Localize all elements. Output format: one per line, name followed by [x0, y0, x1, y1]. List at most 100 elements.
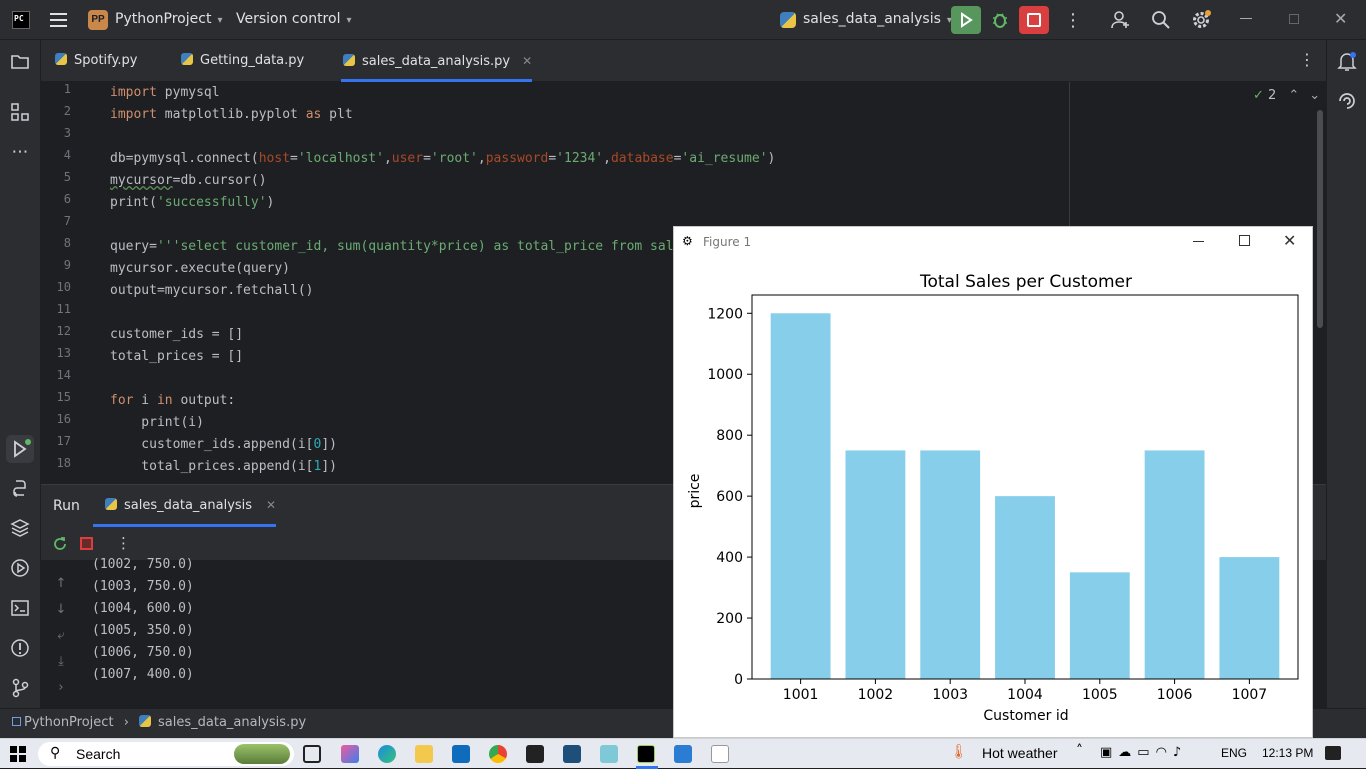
settings-button[interactable]: [1190, 9, 1212, 35]
services-icon[interactable]: [9, 557, 31, 579]
inspection-widget[interactable]: ✓ 2 ⌃ ⌄: [1253, 88, 1320, 103]
rerun-button[interactable]: [951, 6, 981, 34]
matplotlib-icon: ⚙: [682, 234, 693, 248]
pycharm-taskbar-icon[interactable]: [637, 745, 655, 763]
tab-options-icon[interactable]: ⋮: [1299, 50, 1315, 69]
project-selector[interactable]: PythonProject ▾: [115, 11, 222, 27]
edge-icon[interactable]: [378, 745, 396, 763]
ai-assistant-icon[interactable]: [1336, 90, 1358, 112]
terminal-icon[interactable]: [9, 597, 31, 619]
chevron-up-icon[interactable]: ⌃: [1288, 88, 1299, 103]
layers-icon[interactable]: [9, 517, 31, 539]
code-line[interactable]: import matplotlib.pyplot as plt: [110, 104, 877, 126]
code-line[interactable]: print('successfully'): [110, 192, 877, 214]
tab-getting-data[interactable]: Getting_data.py: [181, 40, 304, 82]
tab-label: Spotify.py: [74, 53, 138, 68]
run-tab[interactable]: sales_data_analysis ✕: [105, 498, 276, 513]
run-config-selector[interactable]: sales_data_analysis ▾: [803, 11, 952, 27]
close-icon[interactable]: ✕: [1283, 231, 1296, 250]
folder-icon[interactable]: [9, 50, 31, 72]
chrome-icon[interactable]: [489, 745, 507, 763]
line-number: 14: [56, 368, 71, 382]
problems-icon[interactable]: [9, 637, 31, 659]
console-output[interactable]: (1002, 750.0) (1003, 750.0) (1004, 600.0…: [92, 554, 194, 686]
minimize-icon[interactable]: [1193, 241, 1204, 242]
python-console-icon[interactable]: [9, 477, 31, 499]
task-view-icon[interactable]: [303, 745, 321, 763]
editor-tabs: Spotify.py Getting_data.py sales_data_an…: [41, 40, 1326, 82]
matplotlib-figure-window: ⚙ Figure 1 ✕ Total Sales per Customer Cu…: [673, 226, 1313, 738]
editor-scrollbar[interactable]: [1317, 110, 1323, 328]
bar: [1144, 450, 1205, 679]
line-number: 15: [56, 390, 71, 404]
run-tool-icon[interactable]: [6, 435, 34, 463]
python-taskbar-icon[interactable]: [674, 745, 692, 763]
module-icon: [12, 717, 21, 726]
main-menu-icon[interactable]: [50, 13, 67, 27]
minimize-icon[interactable]: [1240, 18, 1252, 19]
add-user-button[interactable]: [1110, 9, 1132, 35]
line-number: 3: [63, 126, 71, 140]
version-control-menu[interactable]: Version control ▾: [236, 11, 352, 27]
close-run-tab-icon[interactable]: ✕: [266, 498, 276, 512]
notepad-icon[interactable]: [600, 745, 618, 763]
copilot-icon[interactable]: [341, 745, 359, 763]
matplotlib-taskbar-icon[interactable]: [711, 745, 729, 763]
chevron-down-icon[interactable]: ⌄: [1309, 88, 1320, 103]
x-axis-label: Customer id: [983, 708, 1068, 724]
line-number: 18: [56, 456, 71, 470]
weather-text[interactable]: Hot weather: [982, 745, 1057, 761]
restore-icon[interactable]: [1289, 14, 1299, 24]
code-line[interactable]: db=pymysql.connect(host='localhost',user…: [110, 148, 877, 170]
notifications-icon[interactable]: [1336, 50, 1358, 72]
input-language[interactable]: ENG: [1221, 746, 1247, 760]
more-actions-icon[interactable]: ⋮: [1064, 10, 1082, 31]
chevron-right-icon[interactable]: ›: [53, 675, 69, 701]
x-tick-label: 1006: [1157, 687, 1193, 703]
stop-button[interactable]: [1019, 6, 1049, 34]
windows-start-icon[interactable]: [10, 746, 26, 766]
more-tools-icon[interactable]: ⋯: [9, 141, 31, 163]
line-number: 10: [56, 280, 71, 294]
stop-icon[interactable]: [80, 537, 93, 550]
maximize-icon[interactable]: [1239, 235, 1250, 246]
structure-icon[interactable]: [9, 101, 31, 123]
more-actions-icon[interactable]: ⋮: [116, 534, 131, 552]
search-highlight-icon: [234, 744, 290, 764]
run-panel-title: Run: [53, 498, 80, 514]
close-tab-icon[interactable]: ✕: [522, 54, 532, 68]
line-number: 5: [63, 170, 71, 184]
code-line[interactable]: [110, 126, 877, 148]
python-file-icon: [105, 498, 117, 510]
y-tick-label: 1200: [707, 306, 743, 322]
tab-spotify[interactable]: Spotify.py: [55, 40, 137, 82]
breadcrumb-project[interactable]: PythonProject: [24, 715, 114, 730]
notifications-center-icon[interactable]: [1325, 746, 1341, 760]
code-line[interactable]: import pymysql: [110, 82, 877, 104]
mysql-workbench-icon[interactable]: [563, 745, 581, 763]
line-number: 16: [56, 412, 71, 426]
taskbar-search[interactable]: ⚲ Search: [38, 742, 294, 766]
git-icon[interactable]: [9, 677, 31, 699]
clock[interactable]: 12:13 PM: [1262, 746, 1313, 760]
debug-button[interactable]: [989, 9, 1011, 31]
scroll-to-end-icon[interactable]: ⤓: [53, 649, 69, 675]
outlook-icon[interactable]: [452, 745, 470, 763]
arrow-down-icon[interactable]: ↓: [53, 597, 69, 623]
code-line[interactable]: mycursor=db.cursor(): [110, 170, 877, 192]
close-icon[interactable]: ✕: [1334, 9, 1347, 28]
command-prompt-icon[interactable]: [526, 745, 544, 763]
tab-sales-data-analysis[interactable]: sales_data_analysis.py ✕: [343, 40, 532, 82]
pycharm-logo: PC: [12, 11, 30, 29]
search-button[interactable]: [1150, 9, 1172, 35]
file-explorer-icon[interactable]: [415, 745, 433, 763]
chevron-up-icon[interactable]: ˄: [1076, 743, 1083, 759]
arrow-up-icon[interactable]: ↑: [53, 571, 69, 597]
soft-wrap-icon[interactable]: ⤶: [53, 623, 69, 649]
breadcrumb-file[interactable]: sales_data_analysis.py: [158, 715, 306, 730]
line-number: 9: [63, 258, 71, 272]
line-number: 1: [63, 82, 71, 96]
tray-icons[interactable]: ▣☁▭◠♪: [1100, 745, 1187, 760]
rerun-icon[interactable]: [52, 536, 68, 556]
search-icon: ⚲: [50, 745, 61, 761]
